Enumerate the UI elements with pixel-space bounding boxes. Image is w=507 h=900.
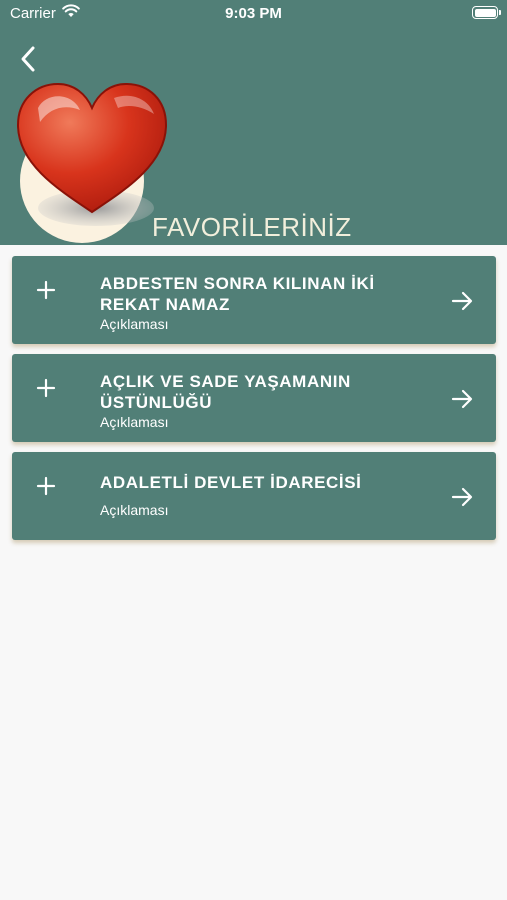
back-button[interactable] bbox=[14, 44, 44, 74]
favorite-subtitle: Açıklaması bbox=[100, 316, 169, 332]
favorite-title: ABDESTEN SONRA KILINAN İKİ REKAT NAMAZ bbox=[100, 274, 375, 314]
heart-icon bbox=[14, 78, 174, 248]
favorite-subtitle: Açıklaması bbox=[100, 502, 169, 518]
chevron-left-icon bbox=[21, 46, 35, 72]
plus-icon[interactable] bbox=[36, 378, 56, 398]
favorite-title: AÇLIK VE SADE YAŞAMANIN ÜSTÜNLÜĞÜ bbox=[100, 372, 351, 412]
favorite-card[interactable]: AÇLIK VE SADE YAŞAMANIN ÜSTÜNLÜĞÜ Açıkla… bbox=[12, 354, 496, 442]
battery-icon bbox=[472, 6, 501, 19]
header: Carrier 9:03 PM FAVORİLERİNİZ bbox=[0, 0, 507, 245]
arrow-right-icon[interactable] bbox=[450, 485, 474, 509]
plus-icon[interactable] bbox=[36, 280, 56, 300]
status-bar: Carrier 9:03 PM bbox=[0, 0, 507, 28]
plus-icon[interactable] bbox=[36, 476, 56, 496]
clock: 9:03 PM bbox=[225, 5, 282, 22]
arrow-right-icon[interactable] bbox=[450, 289, 474, 313]
favorite-subtitle: Açıklaması bbox=[100, 414, 169, 430]
favorite-card[interactable]: ABDESTEN SONRA KILINAN İKİ REKAT NAMAZ A… bbox=[12, 256, 496, 344]
page-title: FAVORİLERİNİZ bbox=[152, 212, 352, 242]
arrow-right-icon[interactable] bbox=[450, 387, 474, 411]
favorite-title: ADALETLİ DEVLET İDARECİSİ bbox=[100, 473, 362, 492]
favorite-card[interactable]: ADALETLİ DEVLET İDARECİSİ Açıklaması bbox=[12, 452, 496, 540]
favorites-list: ABDESTEN SONRA KILINAN İKİ REKAT NAMAZ A… bbox=[12, 256, 496, 550]
